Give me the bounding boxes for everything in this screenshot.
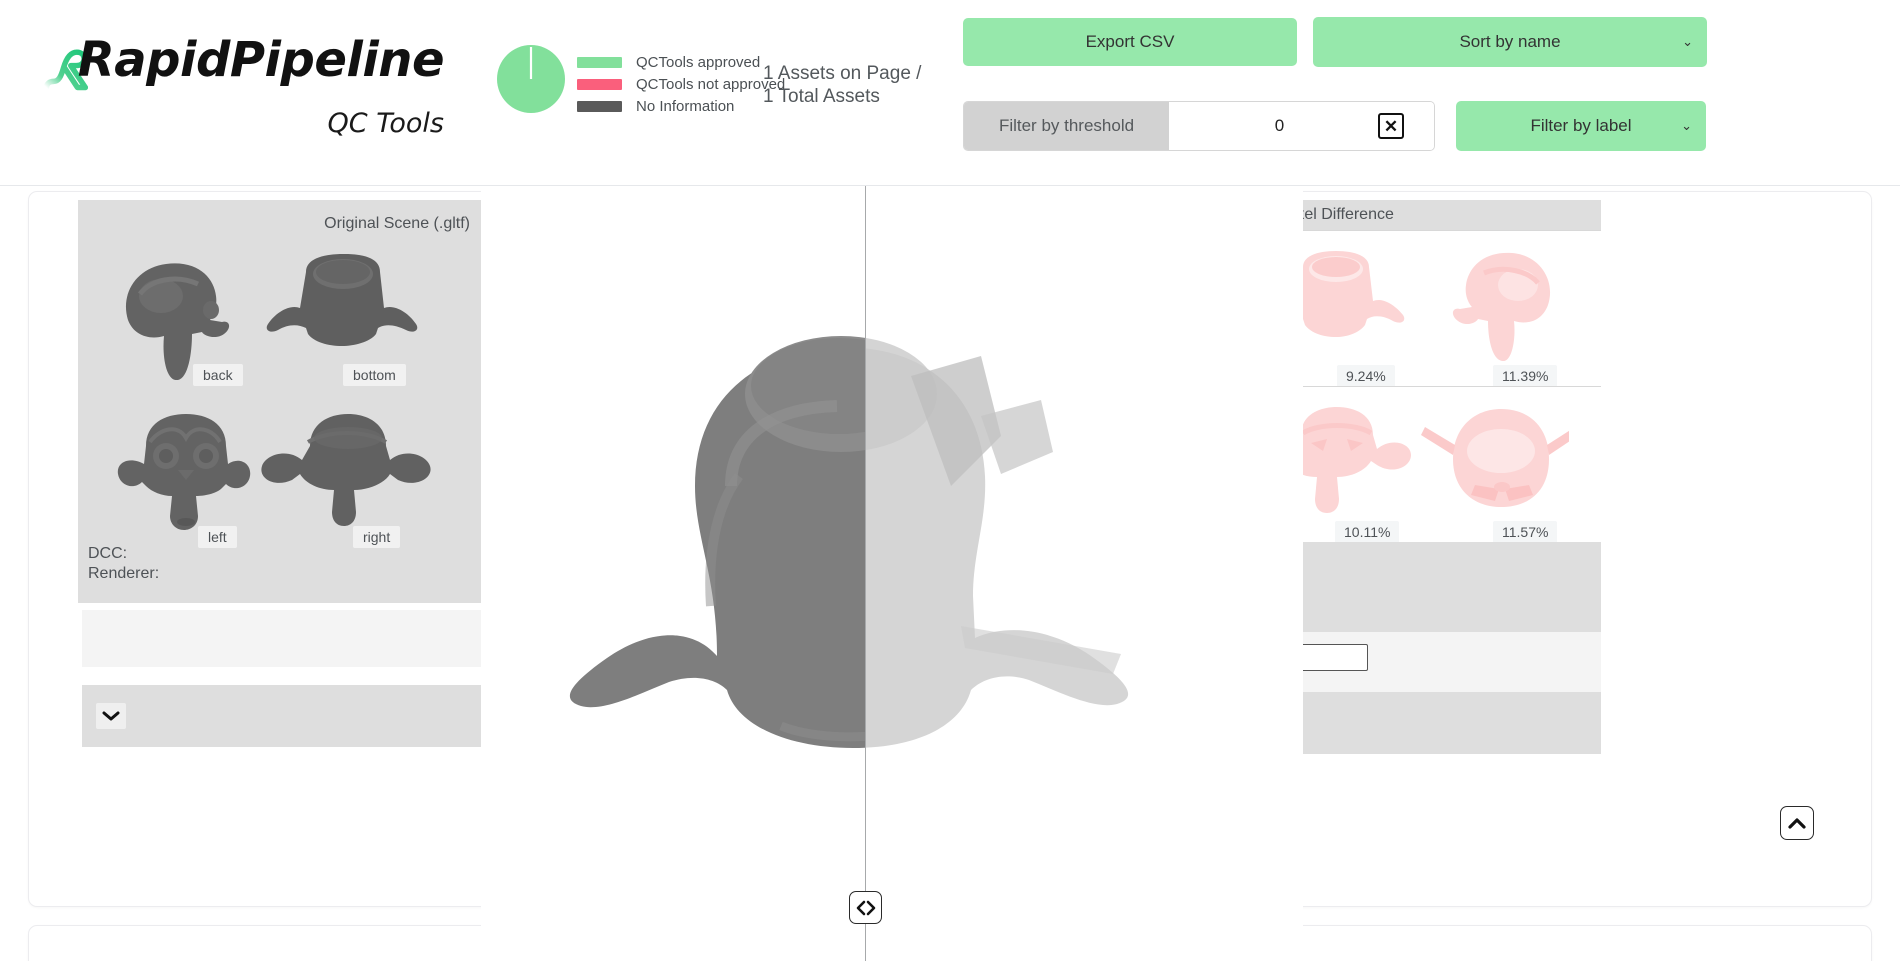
sort-by-label: Sort by name: [1459, 32, 1561, 51]
diff-percent-bottom: 9.24%: [1337, 365, 1395, 387]
renderer-label: Renderer:: [88, 565, 160, 582]
legend-label-no-information: No Information: [636, 97, 735, 115]
diff-row-2: 12.93% 10.11% 11.57%: [1303, 386, 1601, 543]
diff-thumbnail-top[interactable]: [1419, 403, 1569, 515]
diff-percent-front: 11.39%: [1493, 365, 1558, 387]
sort-by-select[interactable]: Sort by name ⌄: [1313, 17, 1707, 67]
brand-logo[interactable]: RapidPipeline QC Tools: [44, 24, 445, 144]
thumbnail-label-bottom: bottom: [343, 364, 406, 386]
filter-by-label-select[interactable]: Filter by label ⌄: [1456, 101, 1706, 151]
app-header: RapidPipeline QC Tools QCTools approved …: [0, 0, 1900, 186]
legend-swatch-approved: [577, 56, 622, 68]
chevron-up-icon-collapse[interactable]: [1780, 806, 1814, 840]
legend-swatch-not-approved: [577, 78, 622, 90]
chevron-down-icon: ⌄: [1682, 34, 1693, 49]
brand-name: RapidPipeline: [77, 32, 445, 88]
app-root: RapidPipeline QC Tools QCTools approved …: [0, 0, 1900, 961]
legend-item-no-information: No Information: [577, 95, 785, 117]
thumbnail-bottom[interactable]: [258, 252, 428, 372]
filter-by-label-text: Filter by label: [1530, 116, 1632, 135]
compare-slider-handle[interactable]: [849, 891, 882, 924]
legend-item-not-approved: QCTools not approved: [577, 73, 785, 95]
legend-label-approved: QCTools approved: [636, 53, 761, 71]
left-right-arrows-icon: [856, 900, 875, 915]
assets-on-page-line: 1 Assets on Page /: [763, 63, 922, 84]
diff-thumbnail-front[interactable]: [1423, 243, 1568, 361]
brand-subtitle: QC Tools: [327, 108, 444, 139]
thumbnail-label-right: right: [353, 526, 401, 548]
thumbnail-left[interactable]: [100, 412, 270, 532]
thumbnail-label-back: back: [193, 364, 243, 386]
chevron-down-icon-expand[interactable]: [96, 703, 126, 729]
diff-row-1: 11.02% 9.24% 11.39%: [1303, 230, 1601, 387]
chevron-down-icon-2: ⌄: [1681, 118, 1692, 133]
compare-split-line: [865, 186, 866, 961]
thumbnail-back[interactable]: [106, 250, 266, 380]
filter-by-threshold-label: Filter by threshold: [964, 102, 1169, 150]
assets-count: 1 Assets on Page / 1 Total Assets: [763, 62, 953, 108]
difference-note-input[interactable]: [1303, 644, 1368, 671]
diff-thumbnail-right[interactable]: [1303, 405, 1413, 513]
original-scene-footer: [82, 610, 482, 667]
thumbnail-right[interactable]: [256, 412, 436, 530]
approval-pie-chart: [497, 45, 565, 113]
legend-swatch-no-information: [577, 100, 622, 112]
thumbnail-label-left: left: [198, 526, 237, 548]
original-scene-expand-bar: [82, 685, 482, 747]
dcc-label: DCC:: [88, 545, 128, 562]
clear-threshold-icon[interactable]: ✕: [1378, 113, 1404, 139]
legend-item-approved: QCTools approved: [577, 51, 785, 73]
original-scene-panel: Original Scene (.gltf) back bottom left: [78, 200, 482, 603]
pixel-difference-region: Pixel Difference ✕ 11.02% 9.24%: [1303, 186, 1872, 961]
diff-thumbnail-bottom[interactable]: [1303, 249, 1411, 357]
original-scene-title: Original Scene (.gltf): [324, 215, 470, 232]
chevron-down-glyph: [102, 711, 120, 721]
approval-legend: QCTools approved QCTools not approved No…: [577, 51, 785, 117]
total-assets-line: 1 Total Assets: [763, 86, 880, 107]
difference-summary: Average Difference: 11.1 % Maximum Diffe…: [1303, 542, 1601, 632]
export-csv-button[interactable]: Export CSV: [963, 18, 1297, 66]
difference-bottom-bar: [1303, 692, 1601, 754]
filter-by-threshold-group: Filter by threshold ✕: [963, 101, 1435, 151]
model-compare-viewer[interactable]: [481, 186, 1303, 961]
chevron-up-glyph: [1788, 817, 1806, 829]
pixel-difference-title: Pixel Difference: [1303, 200, 1601, 230]
model-3d-render: [569, 336, 1129, 748]
diff-percent-right: 10.11%: [1335, 521, 1400, 543]
diff-percent-top: 11.57%: [1493, 521, 1558, 543]
